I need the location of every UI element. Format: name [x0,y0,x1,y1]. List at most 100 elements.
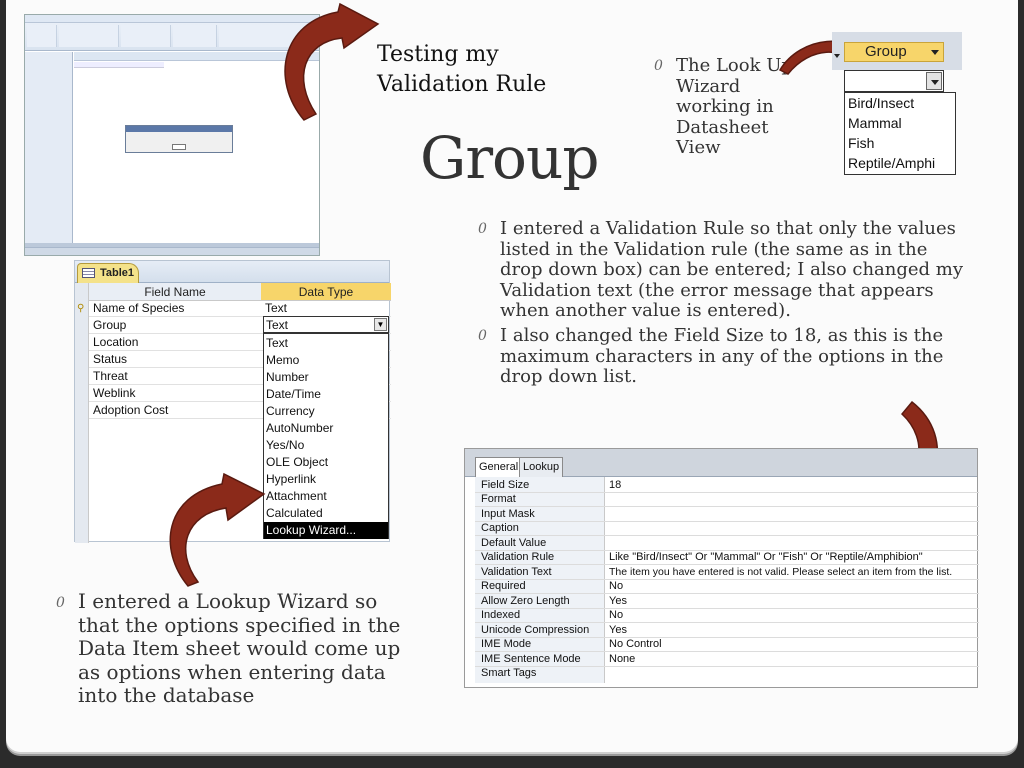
row-divider [475,666,979,667]
property-value[interactable]: No Control [609,638,662,650]
property-name: Smart Tags [481,667,537,679]
data-type-option[interactable]: Text [266,335,386,352]
row-divider [475,651,979,652]
data-type-combo[interactable]: Text ▼ [263,316,389,333]
testing-validation-label: Testing my Validation Rule [377,42,547,97]
field-name-cell[interactable]: Name of Species [93,301,184,315]
page-title: Group [420,124,599,192]
group-option[interactable]: Fish [848,135,874,151]
dialog-ok-button[interactable] [172,144,186,150]
data-type-option[interactable]: Calculated [266,505,386,522]
row-divider [475,579,979,580]
validation-rule-value[interactable]: Like "Bird/Insect" Or "Mammal" Or "Fish"… [609,551,923,563]
slide: Testing my Validation Rule Group 0 The L… [6,0,1018,752]
property-name: IME Mode [481,638,532,650]
group-option[interactable]: Bird/Insect [848,95,914,111]
data-type-value: Text [266,318,289,332]
bullet-validation-rule: 0 I entered a Validation Rule so that on… [478,218,970,322]
row-divider [475,521,979,522]
property-name: Indexed [481,609,521,621]
data-type-option[interactable]: Date/Time [266,386,386,403]
data-type-option[interactable]: Attachment [266,488,386,505]
property-name: Allow Zero Length [481,595,570,607]
property-value[interactable]: Yes [609,595,627,607]
bullet-text: I also changed the Field Size to 18, as … [500,325,944,387]
data-type-option[interactable]: Yes/No [266,437,386,454]
data-type-options-list: Text Memo Number Date/Time Currency Auto… [263,333,389,539]
data-type-option[interactable]: OLE Object [266,454,386,471]
property-name: Caption [481,522,519,534]
tab-general[interactable]: General [475,457,523,477]
row-divider [475,637,979,638]
property-name: Unicode Compression [481,624,590,636]
row-divider [475,492,979,493]
tab-label: Table1 [100,267,135,279]
property-name: Validation Rule [481,551,555,563]
data-type-header: Data Type [261,283,391,301]
data-type-option[interactable]: Hyperlink [266,471,386,488]
group-option[interactable]: Reptile/Amphi [848,155,935,171]
data-type-option[interactable]: Number [266,369,386,386]
data-type-option[interactable]: Memo [266,352,386,369]
property-name: IME Sentence Mode [481,653,581,665]
field-name-cell[interactable]: Status [93,352,127,366]
chevron-down-icon[interactable]: ▼ [374,318,387,331]
field-name-header: Field Name [89,283,261,301]
row-selector-column [75,283,89,543]
group-combo-cell[interactable] [844,70,944,92]
property-name: Format [481,493,516,505]
tab-lookup[interactable]: Lookup [519,457,564,477]
datasheet-row [74,62,164,68]
data-type-option[interactable]: AutoNumber [266,420,386,437]
row-divider [475,622,979,623]
chevron-down-icon[interactable] [931,50,939,55]
property-name: Validation Text [481,566,552,578]
field-properties-panel: General Lookup Field Size 18 Format Inpu… [464,448,979,688]
bullet-mark: 0 [56,595,65,611]
field-name-cell[interactable]: Group [93,318,126,332]
group-option[interactable]: Mammal [848,115,902,131]
dropdown-button[interactable] [926,72,942,90]
bullet-mark: 0 [654,58,663,74]
property-value[interactable]: No [609,580,623,592]
chevron-down-icon [834,54,840,58]
group-dropdown-screenshot: Group Bird/Insect Mammal Fish Reptile/Am… [832,32,962,175]
property-value[interactable]: 18 [609,479,621,491]
ribbon-group [173,25,217,47]
validation-text-value[interactable]: The item you have entered is not valid. … [609,566,952,578]
properties-tab-bar: General Lookup [465,449,977,477]
bullet-field-size: 0 I also changed the Field Size to 18, a… [478,325,970,388]
bullet-lookup-wizard-entered: 0 I entered a Lookup Wizard so that the … [56,589,423,708]
row-divider [475,593,979,594]
ribbon-group [59,25,119,47]
document-tab-bar: Table1 [75,261,389,283]
data-type-option-lookup-wizard[interactable]: Lookup Wizard... [264,522,388,539]
field-name-cell[interactable]: Location [93,335,138,349]
bullet-mark: 0 [478,221,487,237]
field-name-cell[interactable]: Adoption Cost [93,403,168,417]
row-divider [475,608,979,609]
property-name: Default Value [481,537,547,549]
row-divider [475,506,979,507]
dialog-caption [126,126,232,132]
field-name-cell[interactable]: Threat [93,369,128,383]
data-type-option[interactable]: Currency [266,403,386,420]
tab-table1[interactable]: Table1 [77,263,139,283]
property-value[interactable]: Yes [609,624,627,636]
property-value[interactable]: None [609,653,635,665]
group-column-header[interactable]: Group [844,42,944,62]
status-bar [25,247,319,255]
group-column-label: Group [865,43,907,60]
row-divider [475,535,979,536]
row-divider [475,564,979,565]
ribbon-group [27,25,57,47]
property-name: Field Size [481,479,530,491]
property-value[interactable]: No [609,609,623,621]
bullet-text: I entered a Validation Rule so that only… [500,218,964,321]
data-type-cell[interactable]: Text [265,301,287,315]
field-name-cell[interactable]: Weblink [93,386,135,400]
error-dialog [125,125,233,153]
property-name: Input Mask [481,508,535,520]
curved-arrow-icon [169,472,266,587]
bullet-mark: 0 [478,328,487,344]
